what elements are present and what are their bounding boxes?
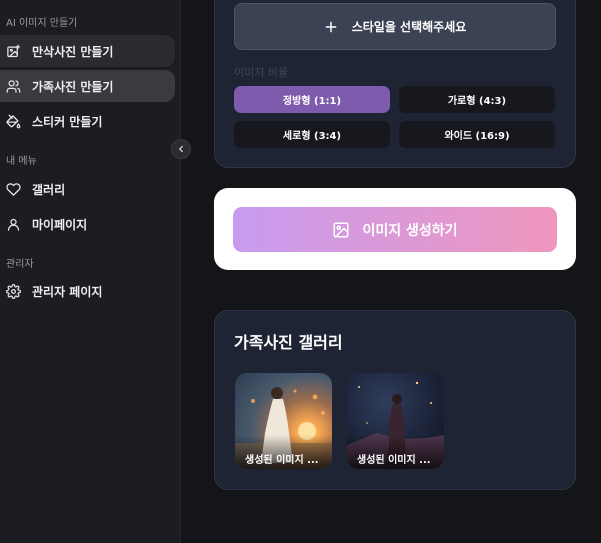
sidebar: AI 이미지 만들기 만삭사진 만들기 가족사진 만들기 스티커 만들기 내 메…	[0, 0, 181, 543]
ratio-option-wide[interactable]: 와이드 (16:9)	[399, 121, 555, 148]
style-select-button[interactable]: 스타일을 선택해주세요	[234, 3, 556, 50]
ratio-option-portrait[interactable]: 세로형 (3:4)	[234, 121, 390, 148]
thumbnail-caption: 생성된 이미지 ...	[347, 435, 444, 469]
gear-icon	[6, 283, 21, 299]
sidebar-section-ai: AI 이미지 만들기	[6, 18, 78, 29]
sidebar-item-label: 마이페이지	[32, 217, 88, 232]
image-icon	[333, 222, 349, 237]
plus-icon	[325, 21, 337, 32]
users-icon	[6, 79, 21, 93]
sidebar-item-family[interactable]: 가족사진 만들기	[0, 70, 175, 102]
sidebar-section-admin: 관리자	[6, 259, 34, 270]
style-select-label: 스타일을 선택해주세요	[351, 20, 467, 34]
sidebar-item-label: 관리자 페이지	[32, 284, 103, 299]
gallery-thumbnail[interactable]: 생성된 이미지 ...	[347, 373, 444, 469]
sidebar-item-label: 갤러리	[32, 182, 66, 197]
gallery-thumbnail[interactable]: 생성된 이미지 ...	[235, 373, 332, 469]
sidebar-item-mypage[interactable]: 마이페이지	[0, 208, 175, 240]
sidebar-item-admin[interactable]: 관리자 페이지	[0, 275, 175, 307]
sidebar-item-label: 스티커 만들기	[32, 114, 103, 129]
sidebar-item-maternity[interactable]: 만삭사진 만들기	[0, 35, 175, 67]
thumbnail-caption: 생성된 이미지 ...	[235, 435, 332, 469]
sidebar-item-sticker[interactable]: 스티커 만들기	[0, 105, 175, 137]
paint-bucket-icon	[6, 114, 21, 128]
heart-icon	[6, 182, 21, 196]
sidebar-collapse-button[interactable]	[171, 139, 191, 159]
image-sparkle-icon	[7, 44, 21, 57]
sidebar-item-label: 가족사진 만들기	[32, 79, 114, 94]
generate-button[interactable]: 이미지 생성하기	[233, 207, 557, 252]
generate-label: 이미지 생성하기	[362, 222, 458, 239]
ratio-option-square[interactable]: 정방형 (1:1)	[234, 86, 390, 113]
gallery-title: 가족사진 갤러리	[234, 333, 343, 352]
sidebar-item-gallery[interactable]: 갤러리	[0, 173, 175, 205]
chevron-left-icon	[179, 145, 183, 153]
sidebar-item-label: 만삭사진 만들기	[32, 44, 114, 59]
ratio-option-landscape[interactable]: 가로형 (4:3)	[399, 86, 555, 113]
ratio-label: 이미지 비율	[234, 66, 289, 79]
sidebar-section-my: 내 메뉴	[6, 156, 37, 167]
user-icon	[7, 218, 20, 231]
